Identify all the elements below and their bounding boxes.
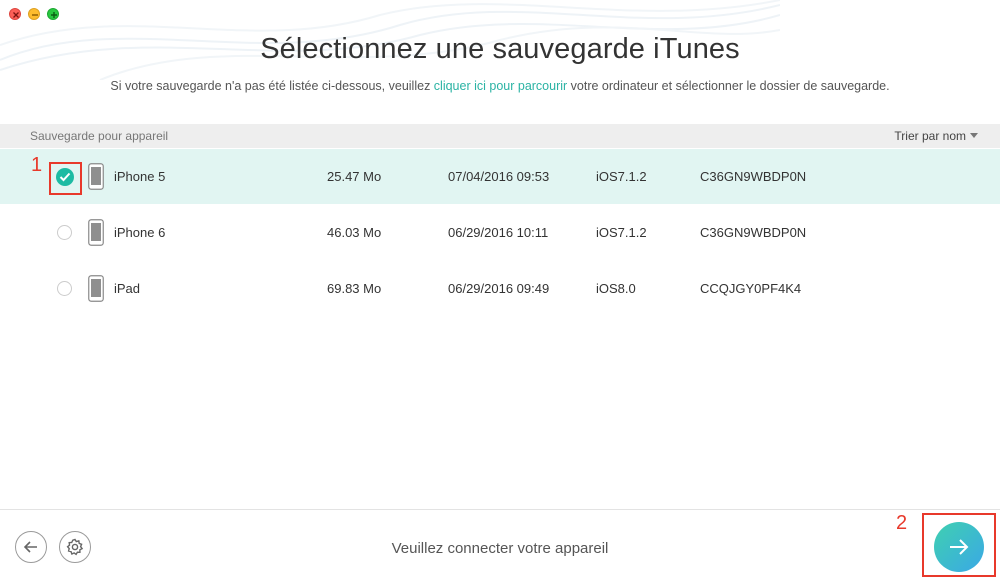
next-button[interactable] <box>934 522 984 572</box>
device-name: iPad <box>114 281 141 296</box>
serial-number: C36GN9WBDP0N <box>700 169 807 184</box>
page-title: Sélectionnez une sauvegarde iTunes <box>260 33 740 65</box>
annotation-box-1 <box>49 162 82 195</box>
connection-status-text: Veuillez connecter votre appareil <box>391 540 609 557</box>
iphone-icon <box>88 219 104 246</box>
maximize-window-button[interactable] <box>47 8 59 20</box>
instruction-text-before: Si votre sauvegarde n'a pas été listée c… <box>110 79 434 93</box>
serial-number: CCQJGY0PF4K4 <box>700 281 802 296</box>
iphone-icon <box>88 163 104 190</box>
backup-date: 07/04/2016 09:53 <box>448 169 550 184</box>
backup-column-label: Sauvegarde pour appareil <box>30 129 169 143</box>
sort-dropdown[interactable]: Trier par nom <box>894 129 978 143</box>
ios-version: iOS8.0 <box>596 281 636 296</box>
plus-icon <box>51 12 57 18</box>
backup-row[interactable]: iPhone 6 46.03 Mo 06/29/2016 10:11 iOS7.… <box>0 205 1000 260</box>
instruction-text-after: votre ordinateur et sélectionner le doss… <box>567 79 890 93</box>
instruction-text: Si votre sauvegarde n'a pas été listée c… <box>0 79 1000 93</box>
device-name: iPhone 6 <box>114 225 166 240</box>
backup-size: 25.47 Mo <box>327 169 382 184</box>
backup-row[interactable]: iPad 69.83 Mo 06/29/2016 09:49 iOS8.0 CC… <box>0 261 1000 316</box>
backup-date: 06/29/2016 10:11 <box>448 225 549 240</box>
browse-link[interactable]: cliquer ici pour parcourir <box>434 79 567 93</box>
annotation-step-2: 2 <box>896 512 908 534</box>
minimize-icon <box>32 14 38 16</box>
annotation-step-1: 1 <box>31 154 43 176</box>
serial-number: C36GN9WBDP0N <box>700 225 807 240</box>
backup-list-header: Sauvegarde pour appareil Trier par nom <box>0 124 1000 148</box>
backup-size: 46.03 Mo <box>327 225 382 240</box>
backup-row[interactable]: iPhone 5 25.47 Mo 07/04/2016 09:53 iOS7.… <box>0 149 1000 204</box>
ios-version: iOS7.1.2 <box>596 169 647 184</box>
close-icon <box>13 12 19 18</box>
window-controls <box>9 8 59 20</box>
footer-bar: Veuillez connecter votre appareil <box>0 509 1000 581</box>
app-window: Sélectionnez une sauvegarde iTunes Si vo… <box>0 0 1000 581</box>
minimize-window-button[interactable] <box>28 8 40 20</box>
backup-radio[interactable] <box>57 281 72 296</box>
backup-radio[interactable] <box>57 225 72 240</box>
caret-down-icon <box>970 133 978 138</box>
sort-label: Trier par nom <box>894 129 966 143</box>
backup-date: 06/29/2016 09:49 <box>448 281 550 296</box>
device-name: iPhone 5 <box>114 169 166 184</box>
ios-version: iOS7.1.2 <box>596 225 647 240</box>
iphone-icon <box>88 275 104 302</box>
arrow-right-icon <box>950 539 969 555</box>
backup-size: 69.83 Mo <box>327 281 382 296</box>
close-window-button[interactable] <box>9 8 21 20</box>
